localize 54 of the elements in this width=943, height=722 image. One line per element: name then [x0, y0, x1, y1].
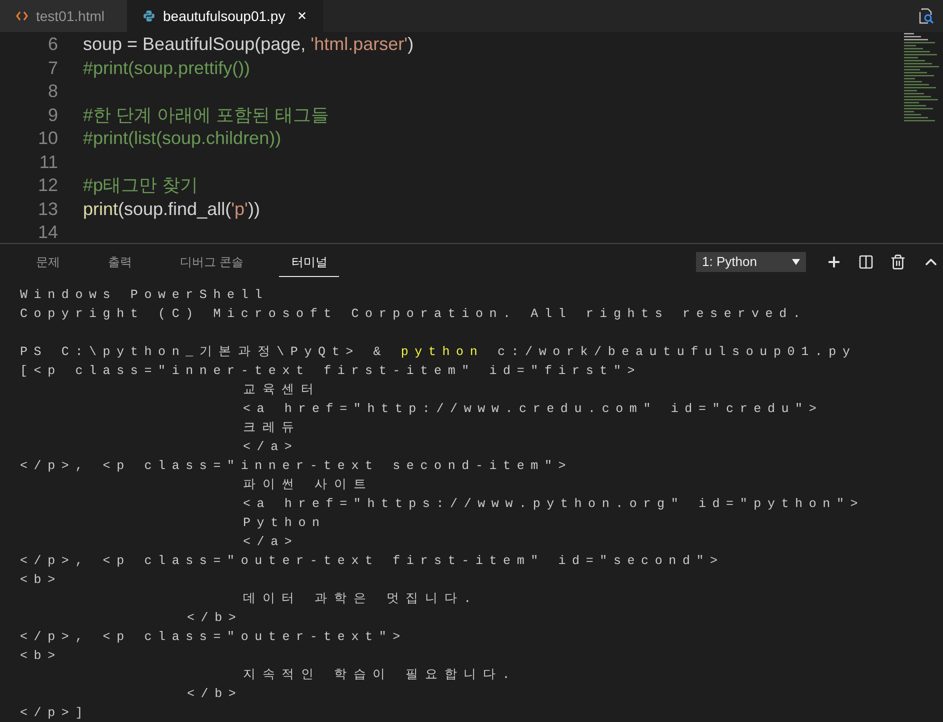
terminal-line: PS C:\python_기본과정\PyQt> & python c:/work/beautufulsoup01.py	[20, 344, 856, 362]
panel-tab[interactable]: 출력	[96, 248, 144, 276]
line-number: 6	[46, 33, 58, 56]
terminal-line: Python	[243, 515, 326, 532]
split-icon[interactable]	[858, 254, 874, 270]
line-number: 14	[36, 221, 58, 244]
plus-icon[interactable]	[826, 254, 842, 270]
terminal-line: 교육센터	[243, 382, 320, 400]
terminal-line: </a>	[243, 534, 298, 552]
line-number: 9	[46, 104, 58, 127]
line-number: 13	[36, 198, 58, 221]
code-line: #print(list(soup.children))	[83, 127, 282, 150]
python-icon	[143, 10, 155, 22]
terminal-line: 데이터 과학은 멋집니다.	[243, 591, 478, 608]
terminal-line: <a href="https://www.python.org" id="python">	[243, 496, 864, 514]
panel-tab[interactable]: 디버그 콘솔	[168, 248, 256, 276]
tab-label: beautufulsoup01.py	[163, 6, 286, 26]
line-number: 12	[36, 174, 58, 198]
terminal-line: 파이썬 사이트	[243, 477, 373, 494]
terminal-select[interactable]: 1: Python	[696, 252, 806, 272]
editor-tab[interactable]: beautufulsoup01.py ✕	[127, 0, 324, 32]
search-document-icon[interactable]	[918, 8, 934, 24]
code-line: print(soup.find_all('p'))	[83, 198, 260, 221]
trash-icon[interactable]	[890, 254, 906, 270]
line-number: 7	[46, 56, 58, 80]
close-icon[interactable]: ✕	[297, 7, 308, 25]
terminal-line: 크레듀	[243, 420, 301, 438]
terminal-line: Copyright (C) Microsoft Corporation. All rights reserved.	[20, 306, 807, 324]
terminal-line: Windows PowerShell	[20, 287, 268, 304]
terminal-line: </p>, <p class="inner-text second-item">	[20, 458, 572, 476]
terminal-line: </a>	[243, 439, 298, 456]
caret-icon	[792, 259, 800, 265]
line-number: 11	[38, 150, 58, 174]
code-brackets-icon	[16, 11, 28, 21]
terminal-line: [<p class="inner-text first-item" id="first">	[20, 363, 642, 380]
code-line: #print(soup.prettify())	[83, 56, 250, 80]
terminal-line: 지속적인 학습이 필요합니다.	[243, 667, 516, 684]
terminal-line: </p>, <p class="outer-text first-item" id="second">	[20, 553, 724, 570]
line-number: 10	[36, 127, 58, 150]
terminal-line: <a href="http://www.credu.com" id="credu">	[243, 401, 823, 418]
terminal-line: </b>	[187, 686, 242, 704]
tab-label: test01.html	[36, 6, 104, 26]
editor-tab[interactable]: test01.html	[0, 0, 127, 32]
code-line: soup = BeautifulSoup(page, 'html.parser')	[83, 33, 414, 56]
terminal-line: </b>	[187, 610, 242, 628]
terminal-line: <b>	[20, 648, 62, 666]
panel-tab[interactable]: 터미널	[279, 248, 340, 276]
terminal-line: </p>, <p class="outer-text">	[20, 629, 406, 646]
code-line: #p태그만 찾기	[83, 174, 198, 198]
code-line: #한 단계 아래에 포함된 태그들	[83, 104, 330, 127]
terminal-line: <b>	[20, 572, 62, 590]
line-number: 8	[46, 80, 58, 104]
panel-tab[interactable]: 문제	[24, 248, 72, 276]
terminal-line: </p>]	[20, 705, 90, 722]
